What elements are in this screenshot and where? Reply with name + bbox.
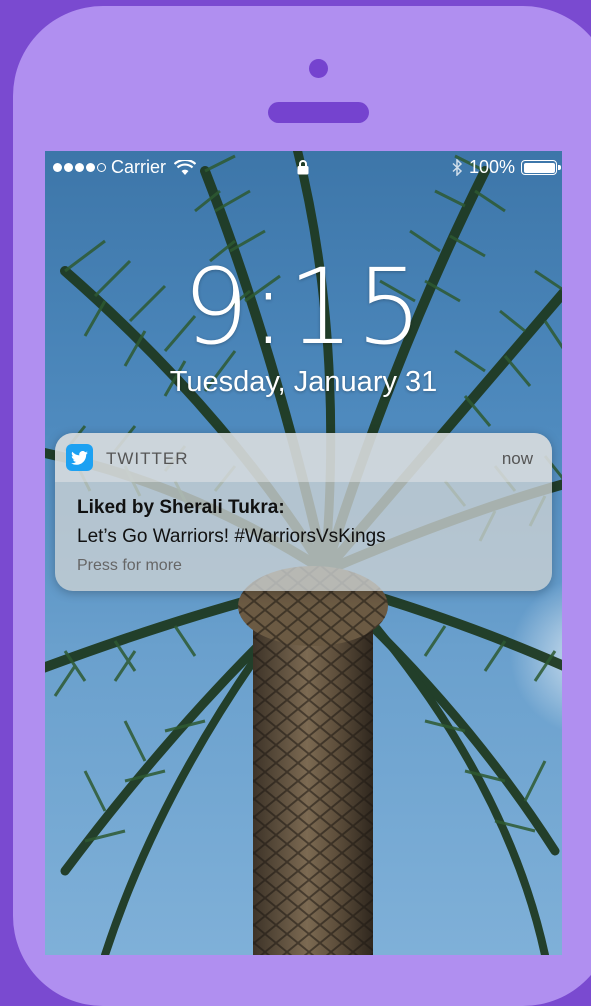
notification-body: Let’s Go Warriors! #WarriorsVsKings: [77, 526, 386, 547]
notification-hint: Press for more: [77, 557, 182, 574]
twitter-notification[interactable]: TWITTER now Liked by Sherali Tukra: Let’…: [55, 433, 552, 591]
notification-app-name: TWITTER: [106, 449, 189, 468]
carrier-label: Carrier: [111, 157, 167, 177]
twitter-bird-icon: [66, 444, 93, 471]
lock-screen: Carrier 100% 9:15 Tuesday, January 31 TW…: [45, 151, 562, 955]
battery-icon: [521, 160, 561, 175]
status-bar: Carrier 100%: [45, 151, 562, 183]
lock-screen-time: 9:15: [182, 246, 425, 368]
notification-header: TWITTER now: [55, 433, 552, 482]
wifi-icon: [174, 159, 197, 175]
lock-screen-date: Tuesday, January 31: [169, 366, 438, 398]
earpiece-speaker: [268, 102, 369, 123]
notification-title: Liked by Sherali Tukra:: [77, 497, 285, 518]
front-camera: [309, 59, 328, 78]
notification-time: now: [501, 449, 533, 468]
bluetooth-icon: [452, 159, 463, 176]
lock-icon: [297, 160, 309, 175]
signal-strength-icon: [53, 163, 106, 172]
battery-percent: 100%: [468, 157, 515, 177]
